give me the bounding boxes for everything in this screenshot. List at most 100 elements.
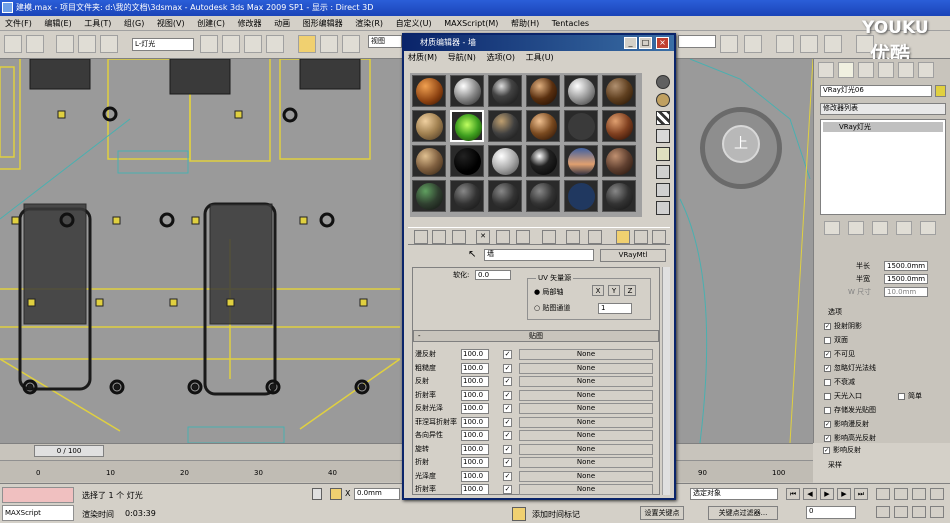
reset-map-icon[interactable]: ✕ [476,230,490,244]
motion-tab-icon[interactable] [878,62,894,78]
menu-graph-editors[interactable]: 图形编辑器 [298,16,348,31]
sample-slot[interactable] [602,110,636,142]
link-icon[interactable] [56,35,74,53]
window-crossing-icon[interactable] [266,35,284,53]
create-tab-icon[interactable] [818,62,834,78]
map-enable-checkbox[interactable]: ✓ [503,363,512,373]
menu-create[interactable]: 创建(C) [192,16,230,31]
map-enable-checkbox[interactable]: ✓ [503,404,512,413]
pan-icon[interactable] [894,506,908,518]
map-amount-field[interactable]: 100.0 [461,430,489,441]
select-by-name-icon[interactable] [222,35,240,53]
lock-selection-icon[interactable] [312,488,322,500]
sample-slot[interactable] [450,180,484,212]
menu-customize[interactable]: 自定义(U) [391,16,437,31]
sample-slot[interactable] [564,180,598,212]
sample-slot[interactable] [564,75,598,107]
map-slot-button[interactable]: None [519,484,653,495]
map-amount-field[interactable]: 100.0 [461,389,489,401]
half-width-field[interactable]: 1500.0mm [884,274,928,284]
me-menu-options[interactable]: 选项(O) [482,51,519,64]
maximize-viewport-icon[interactable] [930,506,944,518]
minimize-icon[interactable]: _ [624,37,637,49]
option-store-irradiance[interactable]: 存储发光贴图 [824,405,876,415]
key-filters-button[interactable]: 关键点过滤器... [708,506,778,520]
object-name-field[interactable]: VRay灯光06 [820,85,932,97]
add-time-tag-button[interactable]: 添加时间标记 [532,509,580,520]
menu-tentacles[interactable]: Tentacles [547,16,594,31]
maximize-icon[interactable]: □ [639,37,652,49]
sample-slot[interactable] [412,180,446,212]
go-to-parent-icon[interactable] [634,230,648,244]
backlight-icon[interactable] [656,93,670,107]
map-slot-button[interactable]: None [519,376,653,387]
uv-axis-z[interactable]: Z [624,285,636,296]
go-forward-to-sibling-icon[interactable] [652,230,666,244]
previous-frame-icon[interactable]: ◀ [803,488,817,500]
uv-axis-x[interactable]: X [592,285,604,296]
uv-map-channel-radio[interactable]: ○ 贴图通道 [534,303,570,313]
configure-sets-icon[interactable] [920,221,936,235]
sample-slot[interactable] [412,110,446,142]
rect-selection-icon[interactable] [244,35,262,53]
set-key-button[interactable]: 设置关键点 [640,506,684,520]
sample-slot[interactable] [526,180,560,212]
map-enable-checkbox[interactable]: ✓ [503,350,512,359]
option-cast-shadows[interactable]: ✓ 投射阴影 [824,321,862,331]
material-type-button[interactable]: VRayMtl [600,249,666,262]
sample-slot[interactable] [526,145,560,177]
sample-slot[interactable] [488,145,522,177]
redo-icon[interactable] [26,35,44,53]
layer-manager-icon[interactable] [776,35,794,53]
menu-maxscript[interactable]: MAXScript(M) [439,16,503,31]
remove-modifier-icon[interactable] [896,221,912,235]
map-amount-field[interactable]: 100.0 [461,470,489,482]
map-slot-button[interactable]: None [519,389,653,401]
option-affect-reflections[interactable]: ✓ 影响反射 [823,445,861,455]
object-color-swatch[interactable] [935,85,946,97]
show-end-result-icon[interactable] [848,221,864,235]
map-slot-button[interactable]: None [519,416,653,428]
sample-slot[interactable] [450,75,484,107]
soften-field[interactable]: 0.0 [475,270,511,280]
sample-slot[interactable] [450,145,484,177]
map-amount-field[interactable]: 100.0 [461,416,489,428]
utilities-tab-icon[interactable] [918,62,934,78]
go-to-start-icon[interactable]: ⏮ [786,488,800,500]
sample-slot[interactable] [526,110,560,142]
pick-material-icon[interactable]: ↖ [468,249,480,261]
option-double-sided[interactable]: 双面 [824,335,848,345]
me-menu-utilities[interactable]: 工具(U) [522,51,558,64]
menu-file[interactable]: 文件(F) [0,16,37,31]
uv-local-axis-radio[interactable]: ● 局部轴 [534,287,563,297]
me-menu-navigation[interactable]: 导航(N) [444,51,480,64]
go-to-end-icon[interactable]: ⏭ [854,488,868,500]
sample-slot[interactable] [488,110,522,142]
next-frame-icon[interactable]: ▶ [837,488,851,500]
modifier-list-dropdown[interactable]: 修改器列表 [820,103,946,115]
map-amount-field[interactable]: 100.0 [461,403,489,414]
modifier-stack[interactable]: VRay灯光 [820,119,946,215]
sample-slot[interactable] [564,145,598,177]
map-enable-checkbox[interactable]: ✓ [503,377,512,386]
map-amount-field[interactable]: 100.0 [461,362,489,374]
auto-key-button[interactable] [680,489,690,501]
selection-filter-dropdown[interactable]: L-灯光 [132,38,194,51]
option-affect-diffuse[interactable]: ✓ 影响漫反射 [824,419,869,429]
pin-stack-icon[interactable] [824,221,840,235]
menu-views[interactable]: 视图(V) [152,16,190,31]
option-no-decay[interactable]: 不衰减 [824,377,855,387]
map-amount-field[interactable]: 100.0 [461,349,489,360]
map-slot-button[interactable]: None [519,443,653,455]
material-id-icon[interactable] [566,230,580,244]
map-amount-field[interactable]: 100.0 [461,443,489,455]
selected-object-dropdown[interactable]: 选定对象 [690,488,778,500]
show-map-in-viewport-icon[interactable] [588,230,602,244]
align-icon[interactable] [744,35,762,53]
sample-slot-active[interactable] [450,110,484,142]
assign-to-selection-icon[interactable] [452,230,466,244]
sample-slot[interactable] [526,75,560,107]
option-invisible[interactable]: ✓ 不可见 [824,349,855,359]
material-name-field[interactable]: 墙 [484,249,594,261]
sample-uv-tiling-icon[interactable] [656,129,670,143]
